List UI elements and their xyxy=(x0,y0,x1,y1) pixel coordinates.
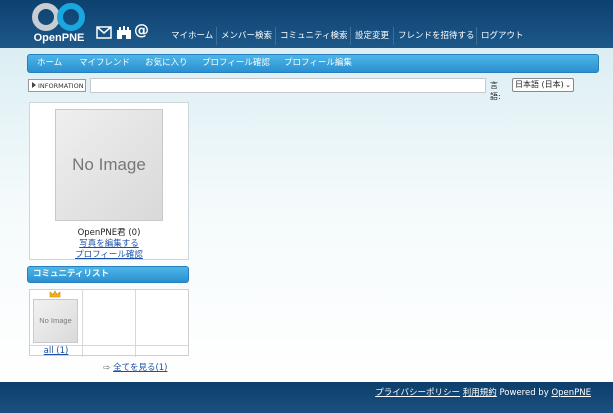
local-nav-favorites[interactable]: お気に入り xyxy=(145,55,188,72)
global-nav-logout[interactable]: ログアウト xyxy=(476,27,528,45)
footer-links: プライバシーポリシー 利用規約 Powered by OpenPNE xyxy=(375,386,591,398)
profile-photo[interactable]: No Image xyxy=(55,109,163,221)
openpne-link[interactable]: OpenPNE xyxy=(551,388,591,398)
profile-view-link[interactable]: プロフィール確認 xyxy=(30,248,188,260)
profile-photo-placeholder: No Image xyxy=(56,110,162,220)
language-select[interactable]: 日本語 (日本) ⌄ xyxy=(512,78,574,92)
chevron-down-icon: ⌄ xyxy=(565,81,571,89)
local-nav-my-friends[interactable]: マイフレンド xyxy=(79,55,130,72)
community-name-link[interactable]: all (1) xyxy=(30,346,82,356)
information-label: INFORMATION xyxy=(28,79,86,92)
global-nav-invite-friend[interactable]: フレンドを招待する xyxy=(393,27,479,45)
mail-icon[interactable] xyxy=(96,26,112,39)
privacy-policy-link[interactable]: プライバシーポリシー xyxy=(375,388,460,398)
global-nav-community-search[interactable]: コミュニティ検索 xyxy=(275,27,352,45)
language-selected: 日本語 (日本) xyxy=(515,80,564,89)
local-nav-home[interactable]: ホーム xyxy=(37,55,62,72)
logo-rings xyxy=(32,3,85,31)
community-label-cell-empty xyxy=(82,345,136,357)
global-nav-myhome[interactable]: マイホーム xyxy=(167,27,217,45)
community-cell: No Image xyxy=(30,290,83,345)
community-grid: No Image all (1) xyxy=(29,289,189,357)
information-box xyxy=(90,78,486,93)
triangle-right-icon xyxy=(32,82,36,88)
community-cell-empty xyxy=(82,290,136,345)
community-thumbnail[interactable]: No Image xyxy=(33,299,78,343)
profile-box: No Image OpenPNE君 (0) 写真を編集する プロフィール確認 xyxy=(29,102,189,260)
see-all-link[interactable]: 全てを見る(1) xyxy=(113,363,167,373)
community-label-cell-empty xyxy=(135,345,188,357)
at-icon[interactable]: @ xyxy=(134,22,149,38)
crown-icon xyxy=(49,290,61,298)
global-nav-member-search[interactable]: メンバー検索 xyxy=(216,27,276,45)
local-nav-profile-view[interactable]: プロフィール確認 xyxy=(202,55,270,72)
community-list-header: コミュニティリスト xyxy=(27,266,189,283)
local-nav: ホーム マイフレンド お気に入り プロフィール確認 プロフィール編集 xyxy=(27,54,599,73)
terms-link[interactable]: 利用規約 xyxy=(463,388,497,398)
local-nav-profile-edit[interactable]: プロフィール編集 xyxy=(284,55,352,72)
powered-by-text: Powered by xyxy=(499,388,549,398)
language-label: 言語: xyxy=(490,81,501,101)
footer: プライバシーポリシー 利用規約 Powered by OpenPNE xyxy=(0,382,613,413)
castle-icon[interactable] xyxy=(116,25,132,39)
global-nav-settings[interactable]: 設定変更 xyxy=(350,27,393,45)
information-label-text: INFORMATION xyxy=(38,82,84,90)
arrow-right-icon: ⇨ xyxy=(103,363,111,373)
logo[interactable]: OpenPNE xyxy=(28,2,90,46)
community-cell-empty xyxy=(135,290,188,345)
header: OpenPNE @ マイホーム メンバー検索 コミュニティ検索 設定変更 フレン… xyxy=(0,0,613,48)
see-all-communities: ⇨ 全てを見る(1) xyxy=(103,361,168,373)
logo-text: OpenPNE xyxy=(33,32,85,44)
